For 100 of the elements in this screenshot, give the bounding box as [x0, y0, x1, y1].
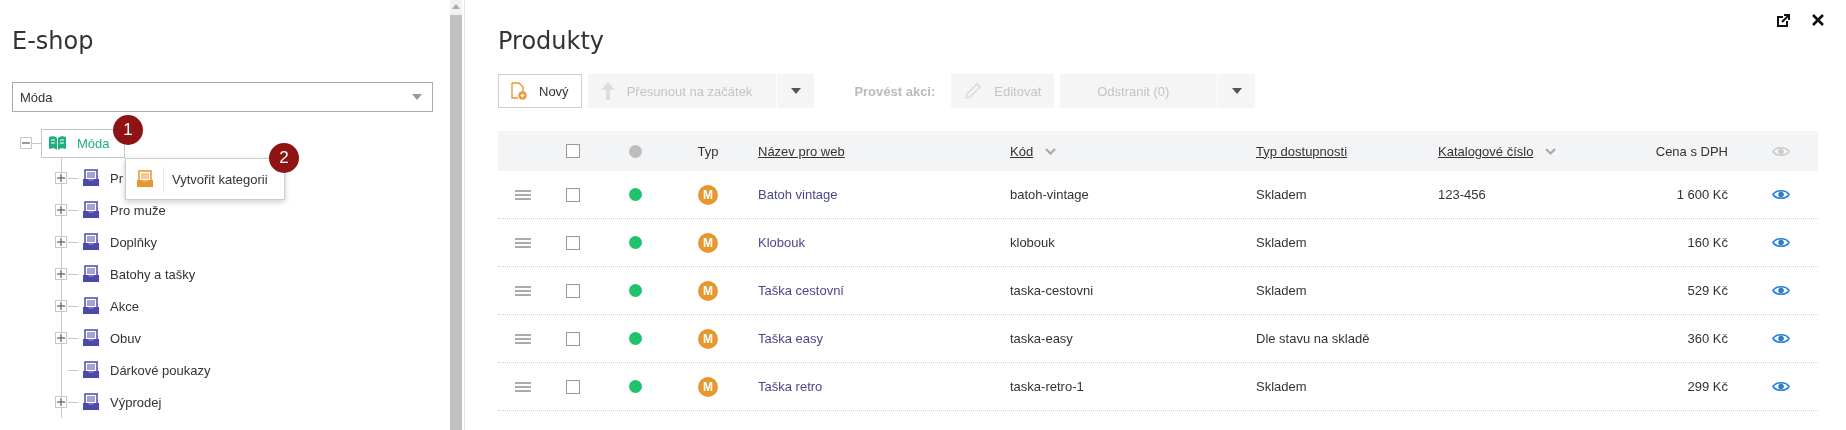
- eye-icon[interactable]: [1771, 333, 1790, 344]
- caret-icon: [1232, 88, 1243, 94]
- category-icon: [82, 297, 100, 315]
- table-cell-text: Skladem: [1255, 187, 1308, 202]
- callout-badge: 1: [113, 115, 143, 145]
- category-icon: [82, 329, 100, 347]
- select-all-checkbox[interactable]: [566, 144, 580, 158]
- expand-toggle[interactable]: [55, 267, 67, 280]
- chevron-icon[interactable]: [1545, 147, 1557, 155]
- plus-icon: [57, 237, 65, 246]
- type-badge: M: [698, 184, 718, 205]
- collapse-toggle[interactable]: [20, 137, 32, 149]
- row-checkbox[interactable]: [566, 187, 580, 202]
- drag-handle-icon[interactable]: [515, 285, 531, 296]
- expand-toggle[interactable]: [55, 299, 67, 312]
- drag-handle-icon[interactable]: [515, 237, 531, 248]
- eye-icon[interactable]: [1771, 189, 1790, 200]
- product-name-link[interactable]: Taška retro: [743, 379, 838, 394]
- drag-handle-icon[interactable]: [515, 381, 531, 392]
- connector-line: [68, 209, 78, 211]
- tree-item[interactable]: Výprodej: [110, 394, 162, 410]
- type-badge: M: [698, 376, 718, 397]
- column-header-link[interactable]: Katalogové číslo: [1438, 143, 1534, 159]
- menu-item[interactable]: Vytvořit kategorii: [172, 171, 268, 187]
- table-cell-text: taska-easy: [1009, 331, 1074, 346]
- column-header-link[interactable]: Kód: [1010, 143, 1034, 159]
- external-link-icon[interactable]: [1777, 14, 1790, 27]
- table-cell-text: Dle stavu na skladě: [1255, 331, 1371, 346]
- close-icon[interactable]: [1812, 14, 1824, 26]
- table-cell-text: 1 600 Kč: [1675, 187, 1729, 202]
- actions-label: Provést akci:: [854, 83, 936, 99]
- tree-item[interactable]: Dárkové poukazy: [110, 362, 211, 378]
- sidebar-title: E-shop: [12, 26, 94, 56]
- table-cell-text: 123-456: [1437, 187, 1487, 202]
- product-name-link[interactable]: Taška easy: [743, 331, 839, 346]
- row-checkbox[interactable]: [566, 283, 580, 298]
- scroll-up-icon[interactable]: [452, 4, 460, 9]
- expand-toggle[interactable]: [55, 203, 67, 216]
- connector-line: [68, 241, 78, 243]
- tree-item[interactable]: Pr: [110, 170, 123, 186]
- plus-icon: [57, 397, 65, 406]
- category-icon: [82, 201, 100, 219]
- expand-toggle[interactable]: [55, 331, 67, 344]
- page-title: Produkty: [498, 26, 605, 57]
- tree-item[interactable]: Obuv: [110, 330, 142, 346]
- connector-line: [68, 369, 78, 371]
- tree-item[interactable]: Pro muže: [110, 202, 166, 218]
- table-cell-text: 529 Kč: [1686, 283, 1729, 298]
- table-cell-text: Skladem: [1255, 235, 1308, 250]
- table-cell-text: batoh-vintage: [1009, 187, 1090, 202]
- category-select[interactable]: Móda: [12, 82, 433, 112]
- new-file-icon: [511, 82, 527, 100]
- status-dot: [629, 144, 642, 158]
- connector-line: [68, 401, 78, 403]
- connector-line: [68, 305, 78, 307]
- type-badge: M: [698, 328, 718, 349]
- expand-toggle[interactable]: [55, 171, 67, 184]
- product-name-link[interactable]: Klobouk: [743, 235, 820, 250]
- category-icon: [136, 170, 154, 188]
- table-cell-text: 360 Kč: [1686, 331, 1729, 346]
- row-checkbox[interactable]: [566, 379, 580, 394]
- plus-icon: [57, 333, 65, 342]
- tree-item[interactable]: Akce: [110, 298, 139, 314]
- product-name-link[interactable]: Taška cestovní: [743, 283, 859, 298]
- category-icon: [82, 393, 100, 411]
- table-cell-text: 299 Kč: [1686, 379, 1729, 394]
- pencil-icon: [964, 82, 983, 100]
- expand-toggle[interactable]: [55, 235, 67, 248]
- table-cell-text: klobouk: [1009, 235, 1056, 250]
- expand-toggle[interactable]: [55, 395, 67, 408]
- connector-line: [68, 273, 78, 275]
- table-cell-text: Skladem: [1255, 379, 1308, 394]
- plus-icon: [57, 173, 65, 182]
- toolbar-button[interactable]: Nový: [498, 74, 582, 108]
- eye-icon[interactable]: [1771, 381, 1790, 392]
- connector-line: [32, 142, 41, 144]
- category-icon: [82, 361, 100, 379]
- connector-line: [68, 177, 78, 179]
- category-icon: [82, 233, 100, 251]
- plus-icon: [57, 205, 65, 214]
- eye-icon[interactable]: [1771, 237, 1790, 248]
- column-header-link[interactable]: Název pro web: [758, 143, 845, 159]
- table-cell-text: Skladem: [1255, 283, 1308, 298]
- tree-item[interactable]: Doplňky: [110, 234, 157, 250]
- drag-handle-icon[interactable]: [515, 189, 531, 200]
- column-header-link[interactable]: Typ dostupnosti: [1256, 143, 1348, 159]
- row-checkbox[interactable]: [566, 235, 580, 250]
- table-cell-text: taska-retro-1: [1009, 379, 1085, 394]
- type-badge: M: [698, 232, 718, 253]
- type-badge: M: [698, 280, 718, 301]
- column-header: Cena s DPH: [1655, 143, 1728, 159]
- row-checkbox[interactable]: [566, 331, 580, 346]
- product-name-link[interactable]: Batoh vintage: [743, 187, 853, 202]
- plus-icon: [57, 269, 65, 278]
- scrollbar[interactable]: [450, 0, 462, 430]
- drag-handle-icon[interactable]: [515, 333, 531, 344]
- eye-icon[interactable]: [1771, 285, 1790, 296]
- tree-item[interactable]: Batohy a tašky: [110, 266, 196, 282]
- chevron-icon[interactable]: [1045, 147, 1057, 155]
- column-header: Typ: [697, 143, 719, 159]
